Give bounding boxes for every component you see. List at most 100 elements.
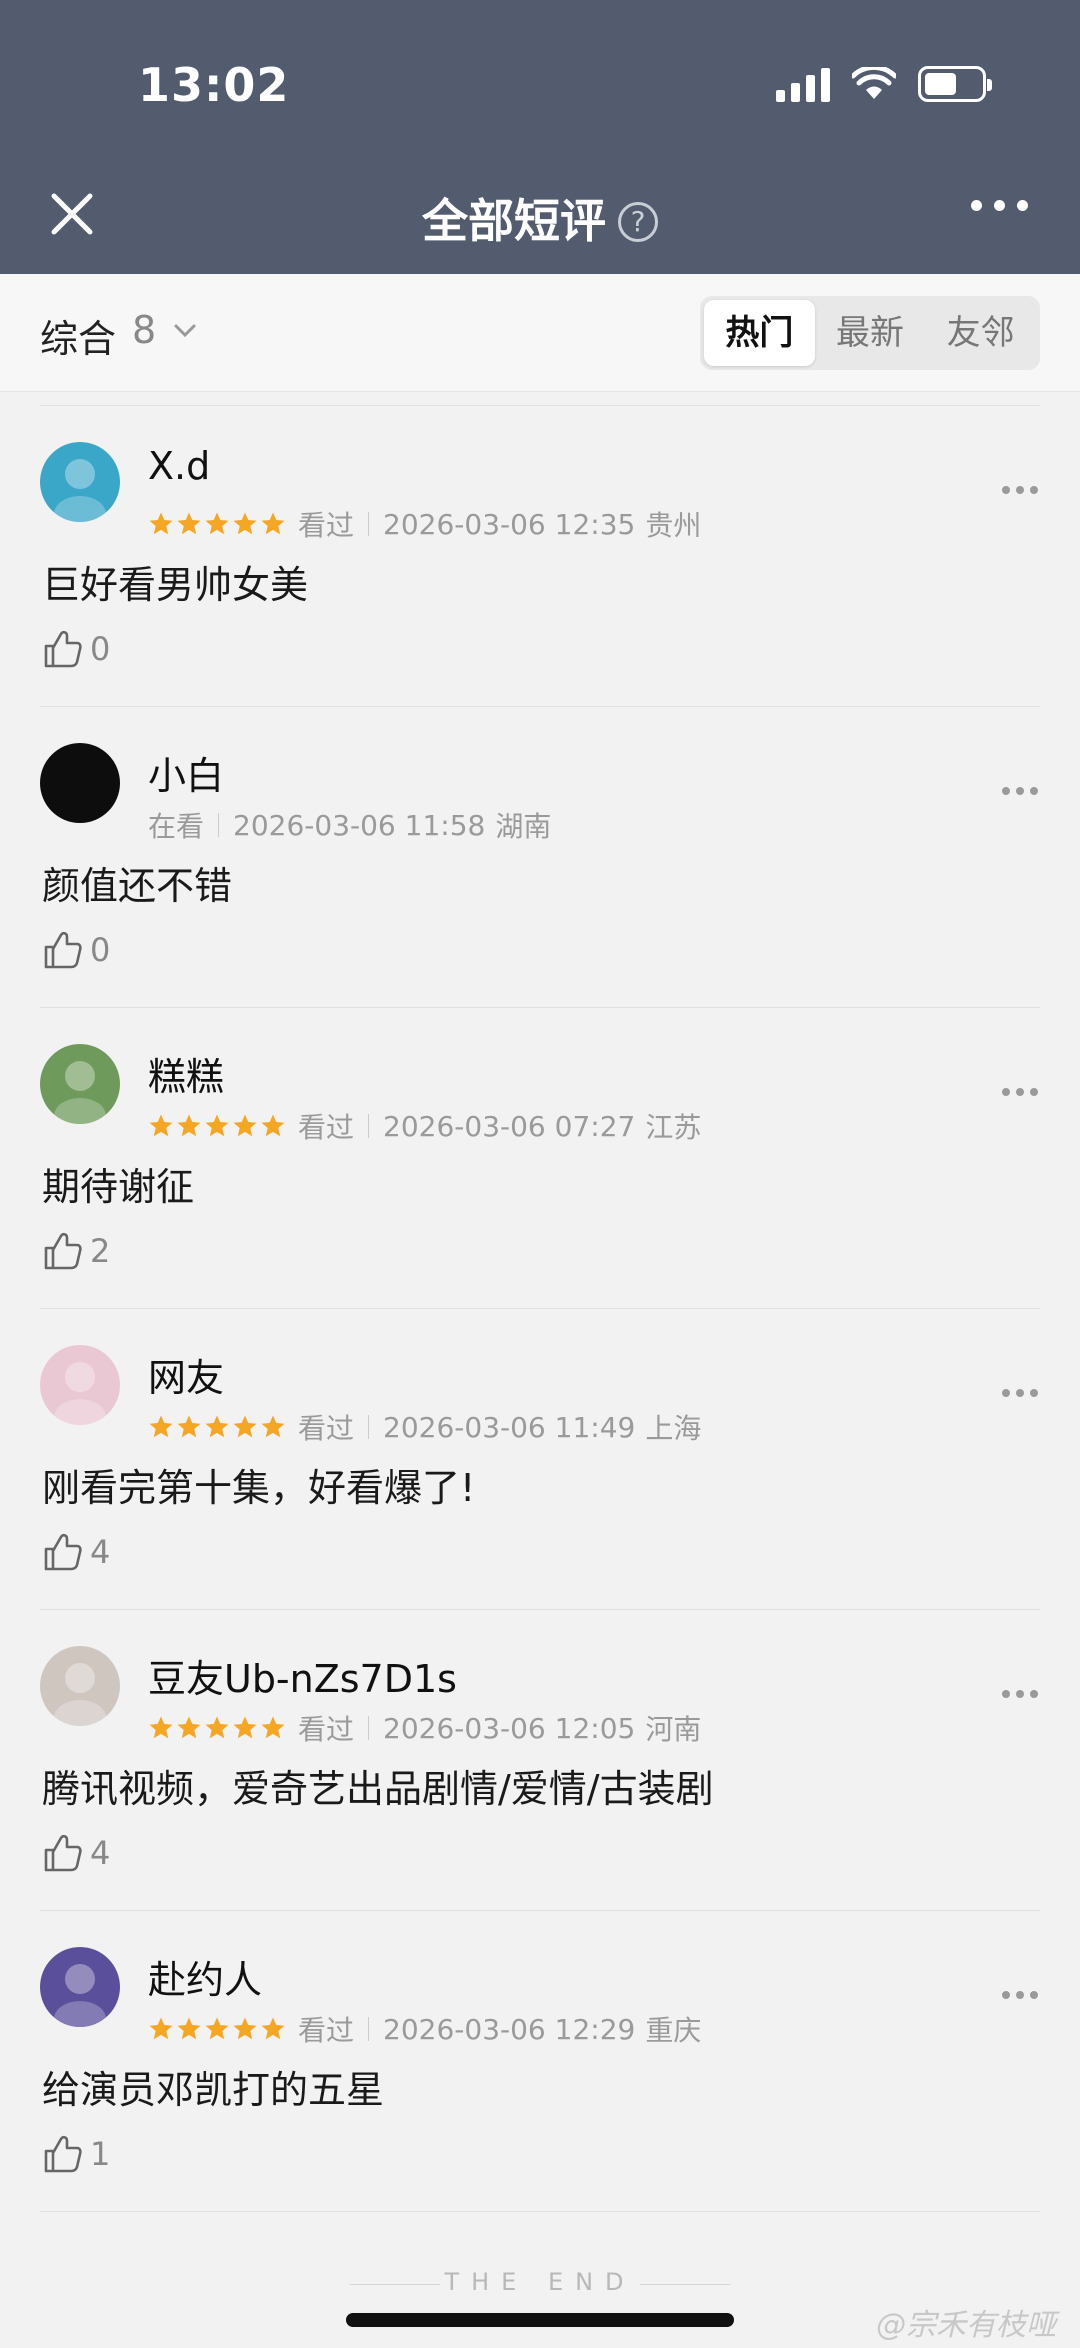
avatar[interactable] <box>40 1947 120 2027</box>
review-datetime: 2026-03-06 12:05 <box>383 1711 636 1745</box>
list-bottom-divider <box>40 2211 1040 2212</box>
review-text: 腾讯视频，爱奇艺出品剧情/爱情/古装剧 <box>42 1767 714 1811</box>
star-icon <box>261 1415 285 1438</box>
star-icon <box>149 1114 173 1137</box>
star-icon <box>233 512 257 535</box>
review-text: 给演员邓凯打的五星 <box>42 2068 385 2112</box>
battery-icon <box>918 66 992 102</box>
star-icon <box>261 512 285 535</box>
page-title: 全部短评? <box>0 185 1080 251</box>
top-header: 13:02 全部短评? <box>0 0 1080 274</box>
like-count: 0 <box>90 931 111 969</box>
end-divider-right <box>640 2284 730 2285</box>
star-icon <box>261 1716 285 1739</box>
review-item[interactable]: 豆友Ub-nZs7D1s 看过 2026-03-06 12:05 河南腾讯视频，爱奇艺… <box>40 1609 1040 1910</box>
thumbs-up-icon <box>44 931 82 969</box>
tab-hot[interactable]: 热门 <box>704 300 815 366</box>
avatar[interactable] <box>40 1646 120 1726</box>
avatar[interactable] <box>40 743 120 823</box>
rating-stars <box>148 511 286 537</box>
more-options-icon[interactable] <box>1002 1991 1038 1999</box>
more-options-icon[interactable] <box>1002 1088 1038 1096</box>
rating-stars <box>148 1113 286 1139</box>
review-location: 河南 <box>645 1713 702 1746</box>
review-meta: 看过 2026-03-06 12:05 河南 <box>148 1708 701 1748</box>
meta-divider <box>218 813 220 837</box>
star-icon <box>149 1415 173 1438</box>
star-icon <box>233 1716 257 1739</box>
star-icon <box>177 2017 201 2040</box>
thumbs-up-icon <box>44 630 82 668</box>
review-item[interactable]: 小白在看 2026-03-06 11:58 湖南颜值还不错 0 <box>40 706 1040 1007</box>
meta-divider <box>368 1716 370 1740</box>
help-icon[interactable]: ? <box>618 202 658 242</box>
star-icon <box>205 1114 229 1137</box>
review-item[interactable]: 赴约人 看过 2026-03-06 12:29 重庆 给演员邓凯打的五星 1 <box>40 1910 1040 2211</box>
review-count: 8 <box>132 308 157 352</box>
review-datetime: 2026-03-06 07:27 <box>383 1109 636 1143</box>
like-button[interactable]: 1 <box>42 2133 110 2175</box>
watch-status: 看过 <box>298 1111 355 1144</box>
star-icon <box>205 2017 229 2040</box>
thumbs-up-icon <box>44 1533 82 1571</box>
wifi-icon <box>852 67 896 99</box>
username[interactable]: 豆友Ub-nZs7D1s <box>148 1648 457 1703</box>
watch-status: 看过 <box>298 1713 355 1746</box>
review-item[interactable]: X.d 看过 2026-03-06 12:35 贵州 巨好看男帅女美 0 <box>40 405 1040 706</box>
tab-latest[interactable]: 最新 <box>815 300 926 366</box>
username[interactable]: X.d <box>148 444 210 488</box>
more-options-icon[interactable] <box>1002 1389 1038 1397</box>
star-icon <box>261 1114 285 1137</box>
review-item[interactable]: 网友 看过 2026-03-06 11:49 上海 刚看完第十集，好看爆了! 4 <box>40 1308 1040 1609</box>
star-icon <box>177 1114 201 1137</box>
end-of-list: THE END <box>444 2268 636 2296</box>
review-meta: 看过 2026-03-06 12:35 贵州 <box>148 504 701 544</box>
watch-status: 看过 <box>298 509 355 542</box>
username[interactable]: 赴约人 <box>148 1949 262 2004</box>
username[interactable]: 糕糕 <box>148 1046 224 1101</box>
review-location: 湖南 <box>495 810 552 843</box>
home-indicator[interactable] <box>346 2313 734 2327</box>
star-icon <box>177 1716 201 1739</box>
star-icon <box>233 1114 257 1137</box>
review-location: 江苏 <box>645 1111 702 1144</box>
like-button[interactable]: 4 <box>42 1832 110 1874</box>
thumbs-up-icon <box>44 1834 82 1872</box>
more-options-icon[interactable] <box>1002 1690 1038 1698</box>
review-text: 颜值还不错 <box>42 864 233 908</box>
page-title-text: 全部短评 <box>422 194 606 248</box>
watch-status: 在看 <box>148 810 205 843</box>
star-icon <box>205 1716 229 1739</box>
like-button[interactable]: 0 <box>42 929 110 971</box>
meta-divider <box>368 2017 370 2041</box>
like-button[interactable]: 2 <box>42 1230 110 1272</box>
avatar[interactable] <box>40 442 120 522</box>
chevron-down-icon[interactable] <box>172 318 198 344</box>
avatar[interactable] <box>40 1345 120 1425</box>
review-datetime: 2026-03-06 12:29 <box>383 2012 636 2046</box>
username[interactable]: 小白 <box>148 745 224 800</box>
like-button[interactable]: 4 <box>42 1531 110 1573</box>
sort-dropdown-label[interactable]: 综合 <box>40 308 116 363</box>
thumbs-up-icon <box>44 2135 82 2173</box>
rating-stars <box>148 1414 286 1440</box>
review-list: X.d 看过 2026-03-06 12:35 贵州 巨好看男帅女美 0 小白 在看 2026-… <box>0 405 1080 2212</box>
review-location: 上海 <box>645 1412 702 1445</box>
star-icon <box>205 1415 229 1438</box>
username[interactable]: 网友 <box>148 1347 224 1402</box>
star-icon <box>261 2017 285 2040</box>
like-count: 4 <box>90 1834 111 1872</box>
more-options-icon[interactable] <box>1002 486 1038 494</box>
watermark: @宗禾有枝哑 <box>876 2308 1056 2343</box>
review-item[interactable]: 糕糕 看过 2026-03-06 07:27 江苏 期待谢征 2 <box>40 1007 1040 1308</box>
tab-friends[interactable]: 友邻 <box>925 300 1036 366</box>
more-options-icon[interactable] <box>1002 787 1038 795</box>
more-options-icon[interactable] <box>971 200 1028 211</box>
status-icons <box>776 66 992 102</box>
sort-segmented-control: 热门 最新 友邻 <box>700 296 1040 370</box>
like-button[interactable]: 0 <box>42 628 110 670</box>
review-meta: 在看 2026-03-06 11:58 湖南 <box>148 805 551 845</box>
meta-divider <box>368 1415 370 1439</box>
avatar[interactable] <box>40 1044 120 1124</box>
like-count: 1 <box>90 2135 111 2173</box>
